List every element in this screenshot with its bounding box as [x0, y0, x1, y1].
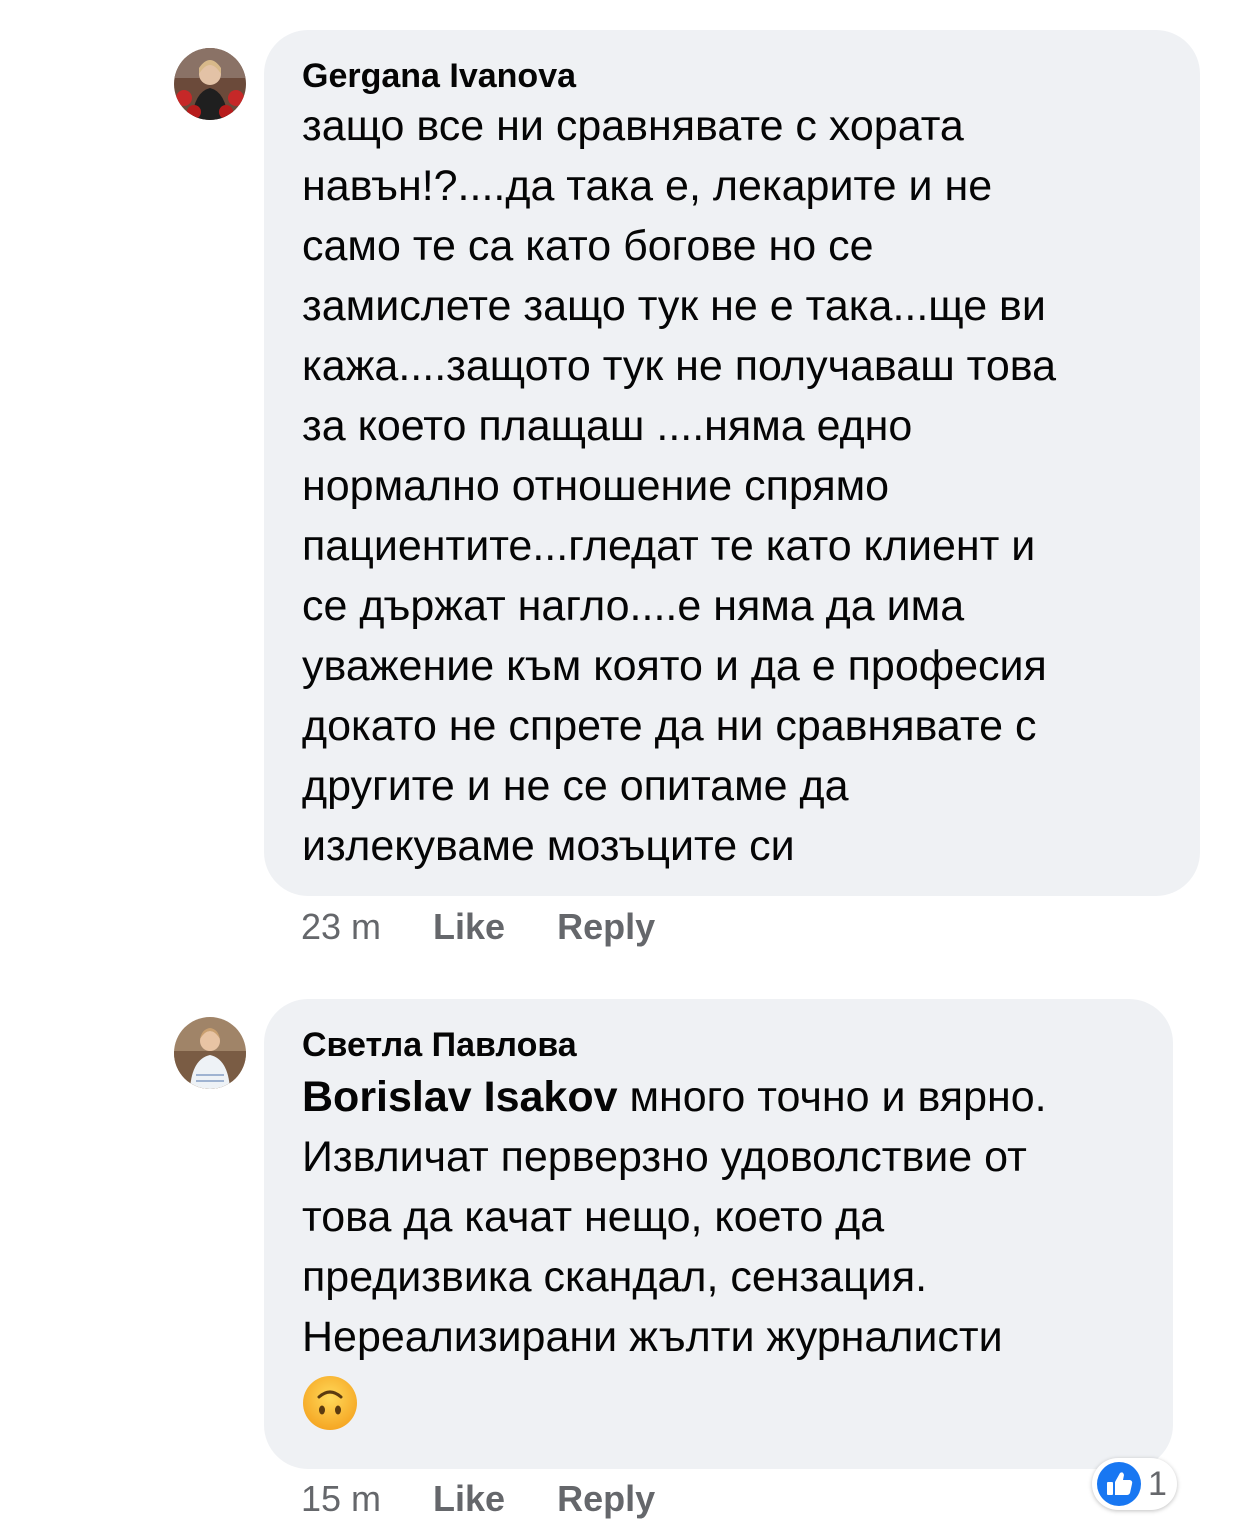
comment-bubble: Светла Павлова Borislav Isakov много точ…	[264, 999, 1173, 1469]
comment-svetla: Светла Павлова Borislav Isakov много точ…	[0, 0, 1242, 1519]
comment-author[interactable]: Светла Павлова	[302, 1025, 1135, 1065]
comment-text: Borislav Isakov много точно и вярно. Изв…	[302, 1067, 1135, 1367]
mention-link[interactable]: Borislav Isakov	[302, 1073, 618, 1121]
upside-down-face-emoji	[302, 1375, 1135, 1436]
reply-button[interactable]: Reply	[557, 1478, 655, 1520]
avatar[interactable]	[174, 1017, 246, 1089]
reaction-count: 1	[1148, 1464, 1167, 1503]
like-button[interactable]: Like	[433, 1478, 505, 1520]
like-thumb-icon	[1097, 1462, 1141, 1506]
reaction-summary[interactable]: 1	[1092, 1458, 1177, 1510]
comment-timestamp[interactable]: 15 m	[301, 1478, 381, 1520]
avatar-image	[174, 1017, 246, 1089]
comment-actions: 15 m Like Reply	[301, 1478, 707, 1520]
